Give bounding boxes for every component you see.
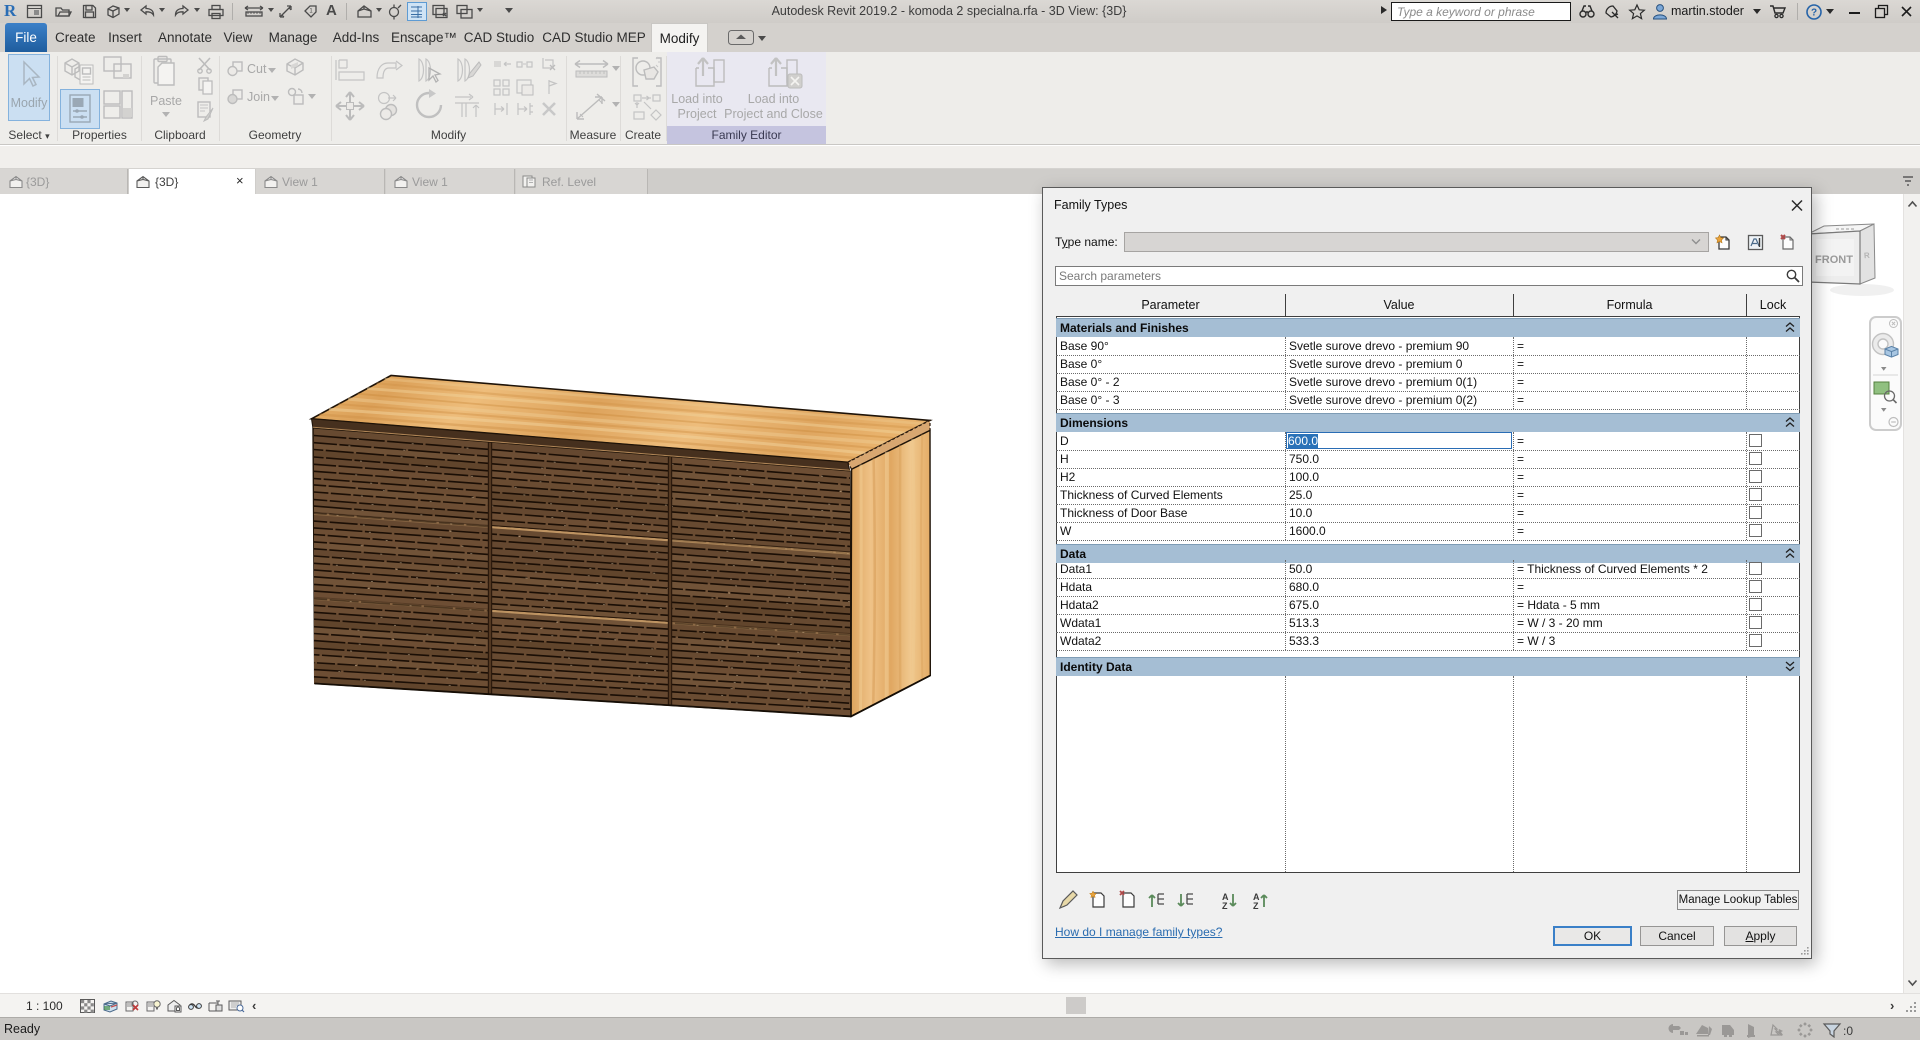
svg-text:Z: Z — [1222, 901, 1228, 911]
svg-text::0: :0 — [1843, 1024, 1853, 1038]
svg-text:?: ? — [1811, 8, 1817, 19]
svg-text:R: R — [1864, 251, 1871, 260]
svg-text:Z: Z — [1253, 901, 1259, 911]
svg-text:FRONT: FRONT — [1815, 254, 1853, 266]
